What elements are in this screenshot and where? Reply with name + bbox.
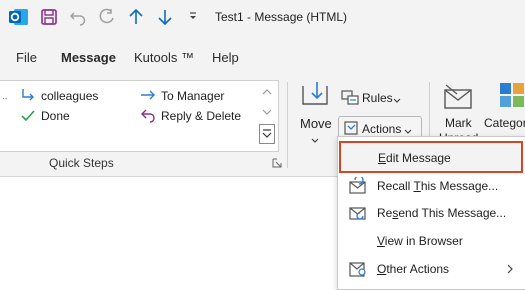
quick-step-reply-delete[interactable]: Reply & Delete (161, 109, 241, 123)
quick-step-colleagues[interactable]: colleagues (41, 89, 98, 103)
gallery-down-icon[interactable] (260, 105, 274, 119)
rules-button-label[interactable]: Rules (362, 91, 393, 105)
tab-message[interactable]: Message (61, 50, 116, 65)
title-bar: Test1 - Message (HTML) (0, 0, 525, 36)
categorize-icon[interactable] (499, 82, 525, 110)
quick-step-done[interactable]: Done (41, 109, 70, 123)
checkmark-icon (20, 108, 36, 124)
gallery-scroll (259, 82, 275, 146)
group-separator (287, 82, 288, 168)
categorize-label[interactable]: Categor (484, 116, 525, 130)
quick-steps-gallery: .. colleagues Done To Manager Reply & De… (0, 80, 279, 152)
menu-item-label: View in Browser (377, 234, 463, 248)
outlook-app-icon (8, 6, 30, 28)
mark-unread-icon[interactable] (442, 82, 476, 112)
mark-unread-label[interactable]: Mark (445, 116, 472, 130)
window-title: Test1 - Message (HTML) (215, 10, 348, 24)
menu-item-edit-message[interactable]: Edit Message (339, 141, 523, 173)
next-item-icon[interactable] (156, 8, 174, 26)
tab-file[interactable]: File (16, 50, 37, 65)
actions-menu: Edit Message Recall This Message... Rese… (337, 136, 525, 290)
menu-item-label: Resend This Message... (377, 206, 507, 220)
gallery-expand-icon[interactable] (259, 124, 275, 144)
previous-item-icon[interactable] (127, 8, 145, 26)
forward-arrow-icon (140, 87, 156, 103)
customize-toolbar-icon[interactable] (188, 11, 198, 23)
tab-kutools[interactable]: Kutools ™ (134, 50, 194, 65)
ribbon-tabs: File Message Kutools ™ Help (0, 36, 525, 76)
menu-item-recall-message[interactable]: Recall This Message... (338, 173, 525, 199)
submenu-chevron-icon (506, 263, 514, 275)
actions-chevron-icon (404, 125, 412, 134)
gallery-up-icon[interactable] (260, 85, 274, 99)
menu-item-other-actions[interactable]: Other Actions (338, 256, 525, 282)
undo-icon[interactable] (69, 8, 87, 26)
tab-help[interactable]: Help (212, 50, 239, 65)
menu-item-label: Edit Message (378, 151, 451, 165)
rules-icon (341, 88, 359, 106)
actions-button-label: Actions (362, 122, 402, 136)
quick-steps-group-label: Quick Steps (49, 156, 114, 170)
group-separator (429, 82, 430, 136)
menu-item-label: Other Actions (377, 262, 450, 276)
team-email-icon (20, 87, 36, 103)
rules-chevron-icon[interactable] (393, 94, 401, 103)
actions-icon (343, 119, 361, 137)
menu-item-label: Recall This Message... (377, 179, 499, 193)
gallery-overflow-dots: .. (2, 91, 8, 102)
quick-step-to-manager[interactable]: To Manager (161, 89, 224, 103)
save-icon[interactable] (40, 8, 58, 26)
move-button-label[interactable]: Move (300, 116, 332, 131)
recall-message-icon (348, 175, 368, 195)
move-icon[interactable] (300, 80, 332, 110)
reply-delete-icon (140, 107, 156, 123)
menu-item-resend-message[interactable]: Resend This Message... (338, 200, 525, 226)
other-actions-icon (348, 260, 368, 278)
resend-message-icon (348, 204, 368, 222)
move-chevron-icon[interactable] (310, 134, 320, 143)
menu-item-view-in-browser[interactable]: View in Browser (338, 228, 525, 254)
dialog-launcher-icon[interactable] (272, 157, 282, 168)
redo-icon[interactable] (97, 8, 115, 26)
